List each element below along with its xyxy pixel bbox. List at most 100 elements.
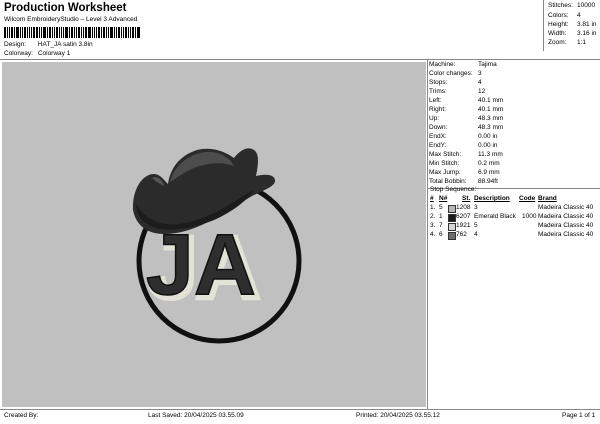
row-number: 3.	[430, 222, 436, 229]
detail-row: Right: 40.1 mm	[429, 106, 503, 113]
detail-label: Trims:	[429, 88, 447, 95]
detail-value: 88.94ft	[478, 178, 498, 185]
detail-label: Left:	[429, 97, 442, 104]
detail-label: EndY:	[429, 142, 447, 149]
height-label: Height:	[548, 21, 569, 28]
detail-row: Down: 48.3 mm	[429, 124, 503, 131]
needle-number: 7	[439, 222, 443, 229]
table-row: 3. 7 1921 5 Madeira Classic 40	[430, 222, 600, 231]
zoom-row: Zoom: 1:1	[548, 39, 586, 46]
needle-number: 6	[439, 231, 443, 238]
stop-sequence-title: Stop Sequence:	[430, 186, 477, 193]
colorway-row: Colorway: Colorway 1	[4, 50, 70, 57]
width-value: 3.16 in	[577, 30, 597, 37]
col-stitches: St.	[462, 195, 471, 202]
zoom-label: Zoom:	[548, 39, 567, 46]
last-saved: Last Saved: 20/04/2025 03.55.09	[148, 412, 244, 419]
created-by: Created By:	[4, 412, 39, 419]
color-swatch	[448, 223, 456, 231]
software-subtitle: Wilcom EmbroideryStudio – Level 3 Advanc…	[4, 16, 138, 23]
detail-value: 11.3 mm	[478, 151, 503, 158]
detail-row: Machine: Tajima	[429, 61, 497, 68]
thread-brand: Madeira Classic 40	[538, 204, 594, 211]
color-swatch	[448, 205, 456, 213]
stitches-value: 10000	[577, 2, 596, 9]
thread-brand: Madeira Classic 40	[538, 231, 594, 238]
colorway-label: Colorway:	[4, 50, 33, 57]
needle-number: 5	[439, 204, 443, 211]
detail-value: 0.2 mm	[478, 160, 500, 167]
detail-row: Min Stitch: 0.2 mm	[429, 160, 500, 167]
design-row: Design: HAT_JA satin 3.8in	[4, 41, 93, 48]
detail-row: EndY: 0.00 in	[429, 142, 498, 149]
thread-description: 3	[474, 204, 478, 211]
detail-label: Machine:	[429, 61, 456, 68]
colors-label: Colors:	[548, 12, 569, 19]
summary-panel: Stitches: 10000 Colors: 4 Height: 3.81 in W…	[543, 0, 600, 51]
detail-value: 48.3 mm	[478, 124, 504, 131]
col-description: Description	[474, 195, 510, 202]
detail-value: 0.00 in	[478, 142, 498, 149]
detail-value: 40.1 mm	[478, 106, 504, 113]
detail-label: Min Stitch:	[429, 160, 460, 167]
col-brand: Brand	[538, 195, 557, 202]
stitch-count: 1921	[456, 222, 471, 229]
width-label: Width:	[548, 30, 567, 37]
barcode	[4, 27, 145, 38]
detail-value: 6.9 mm	[478, 169, 500, 176]
stitch-count: 762	[456, 231, 467, 238]
table-row: 2. 1 6207 Emerald Black 1000 Madeira Classic …	[430, 213, 600, 222]
detail-row: EndX: 0.00 in	[429, 133, 498, 140]
detail-label: Total Bobbin:	[429, 178, 467, 185]
table-row: 4. 6 762 4 Madeira Classic 40	[430, 231, 600, 240]
design-preview: JA JA	[2, 62, 426, 407]
monogram-letters: JA	[146, 217, 256, 313]
col-number: #	[430, 195, 434, 202]
thread-description: 5	[474, 222, 478, 229]
detail-row: Max Stitch: 11.3 mm	[429, 151, 503, 158]
height-row: Height: 3.81 in	[548, 21, 597, 28]
row-number: 4.	[430, 231, 436, 238]
thread-brand: Madeira Classic 40	[538, 222, 594, 229]
detail-label: Up:	[429, 115, 440, 122]
detail-value: 3	[478, 70, 482, 77]
colors-row: Colors: 4	[548, 12, 581, 19]
detail-label: Max Jump:	[429, 169, 461, 176]
detail-row: Total Bobbin: 88.94ft	[429, 178, 498, 185]
detail-label: Right:	[429, 106, 446, 113]
stitch-count: 1208	[456, 204, 471, 211]
design-value: HAT_JA satin 3.8in	[37, 41, 93, 48]
embroidery-design-image: JA JA	[132, 148, 302, 344]
width-row: Width: 3.16 in	[548, 30, 597, 37]
table-row: 1. 5 1208 3 Madeira Classic 40	[430, 204, 600, 213]
detail-value: 4	[478, 79, 482, 86]
detail-value: 40.1 mm	[478, 97, 504, 104]
printed-date: Printed: 20/04/2025 03.55.12	[356, 412, 440, 419]
color-swatch	[448, 232, 456, 240]
detail-label: Stops:	[429, 79, 448, 86]
col-needle: N#	[439, 195, 448, 202]
design-label: Design:	[4, 41, 27, 48]
color-swatch	[448, 214, 456, 222]
stitch-count: 6207	[456, 213, 471, 220]
thread-description: Emerald Black	[474, 213, 516, 220]
detail-label: Down:	[429, 124, 448, 131]
panel-divider	[427, 59, 428, 409]
detail-value: Tajima	[478, 61, 497, 68]
page-title: Production Worksheet	[4, 2, 127, 14]
col-code: Code	[519, 195, 536, 202]
stitches-row: Stitches: 10000	[548, 2, 595, 9]
header-divider	[0, 59, 600, 60]
thread-brand: Madeira Classic 40	[538, 213, 594, 220]
height-value: 3.81 in	[577, 21, 597, 28]
thread-code: 1000	[522, 213, 537, 220]
detail-row: Stops: 4	[429, 79, 482, 86]
detail-value: 48.3 mm	[478, 115, 504, 122]
detail-row: Color changes: 3	[429, 70, 482, 77]
detail-row: Max Jump: 6.9 mm	[429, 169, 500, 176]
detail-label: EndX:	[429, 133, 447, 140]
detail-label: Color changes:	[429, 70, 473, 77]
row-number: 1.	[430, 204, 436, 211]
colorway-value: Colorway 1	[37, 50, 71, 57]
stitches-label: Stitches:	[548, 2, 573, 9]
